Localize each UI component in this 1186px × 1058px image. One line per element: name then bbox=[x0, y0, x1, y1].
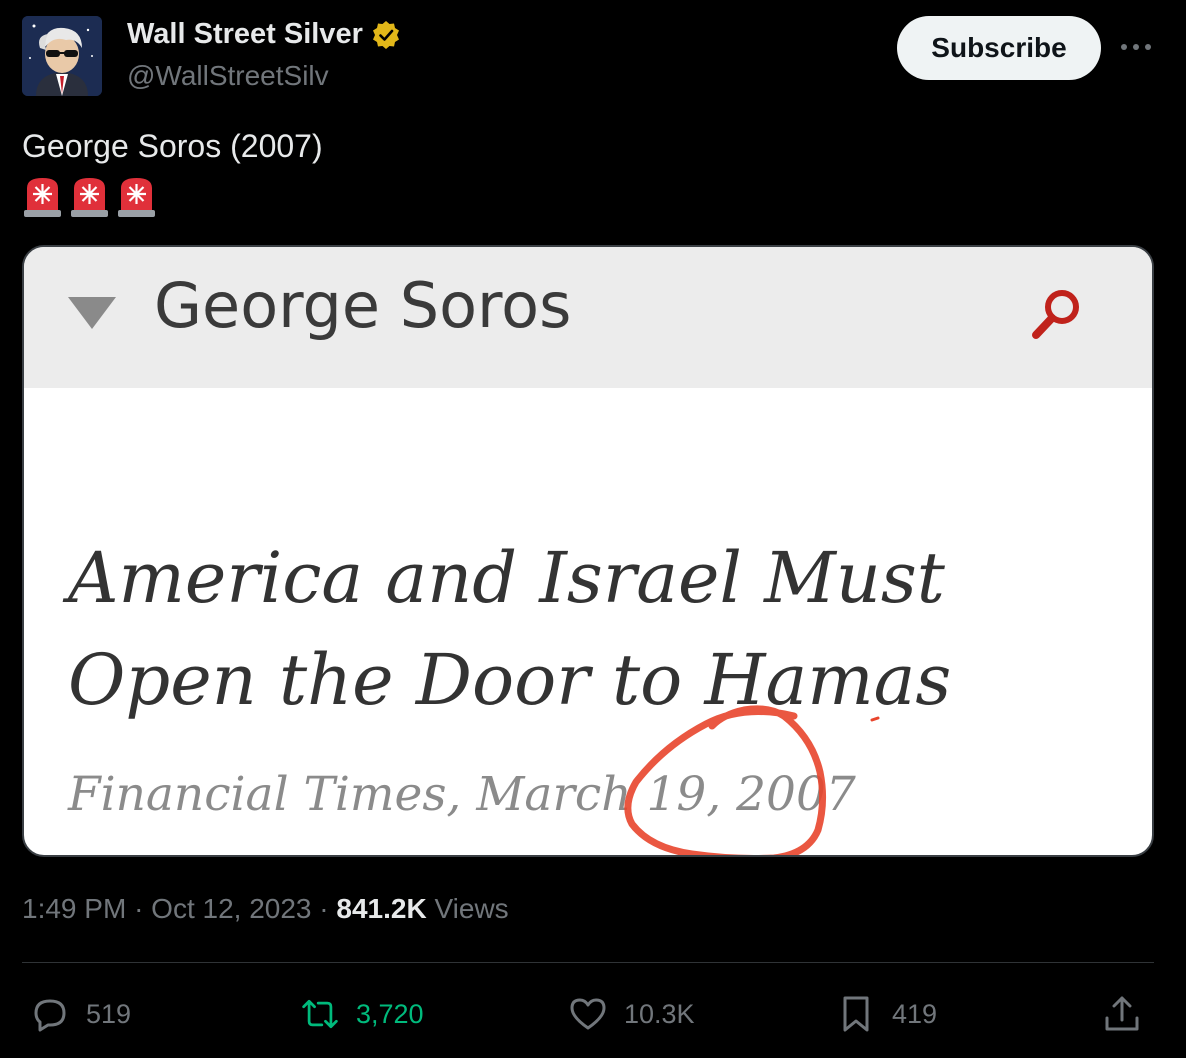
tweet-date[interactable]: Oct 12, 2023 bbox=[151, 893, 311, 924]
meta-separator: · bbox=[134, 893, 144, 924]
bookmark-count: 419 bbox=[892, 998, 938, 1029]
reply-icon bbox=[34, 999, 66, 1032]
meta-separator: · bbox=[319, 893, 329, 924]
views-count: 841.2K bbox=[336, 893, 427, 924]
repost-icon bbox=[302, 999, 338, 1029]
share-icon bbox=[1105, 996, 1139, 1031]
reply-count: 519 bbox=[86, 998, 132, 1029]
reply-button[interactable]: 519 bbox=[30, 992, 131, 1036]
tweet-emoji bbox=[22, 176, 157, 218]
card-header: George Soros bbox=[24, 247, 1152, 388]
red-circle-annotation bbox=[624, 705, 880, 855]
avatar[interactable] bbox=[22, 16, 102, 96]
siren-icon bbox=[118, 178, 155, 217]
author-name[interactable]: Wall Street Silver bbox=[127, 18, 401, 51]
like-button[interactable]: 10.3K bbox=[568, 992, 695, 1036]
subscribe-button[interactable]: Subscribe bbox=[897, 16, 1101, 80]
siren-icon bbox=[71, 178, 108, 217]
divider bbox=[22, 962, 1154, 963]
tweet-text: George Soros (2007) bbox=[22, 128, 323, 164]
card-header-title: George Soros bbox=[154, 269, 572, 342]
repost-count: 3,720 bbox=[356, 998, 424, 1029]
tweet-meta: 1:49 PM · Oct 12, 2023 · 841.2K Views bbox=[22, 893, 509, 925]
repost-button[interactable]: 3,720 bbox=[300, 992, 424, 1036]
article-headline: America and Israel Must Open the Door to… bbox=[68, 537, 952, 721]
bookmark-icon bbox=[843, 996, 869, 1032]
siren-icon bbox=[24, 178, 61, 217]
tweet-media-image[interactable]: George Soros America and Israel Must Ope… bbox=[22, 245, 1154, 857]
like-count: 10.3K bbox=[624, 998, 695, 1029]
author-handle[interactable]: @WallStreetSilv bbox=[127, 60, 329, 92]
views-label: Views bbox=[434, 893, 509, 924]
author-name-text[interactable]: Wall Street Silver bbox=[127, 18, 363, 51]
search-icon bbox=[1032, 290, 1079, 339]
avatar-image bbox=[22, 16, 102, 96]
verified-badge-icon bbox=[372, 20, 399, 49]
dropdown-triangle-icon bbox=[68, 297, 116, 329]
like-icon bbox=[570, 998, 606, 1030]
tweet-time[interactable]: 1:49 PM bbox=[22, 893, 126, 924]
share-button[interactable] bbox=[1102, 992, 1142, 1036]
more-options-icon[interactable] bbox=[1118, 36, 1154, 58]
bookmark-button[interactable]: 419 bbox=[836, 992, 937, 1036]
